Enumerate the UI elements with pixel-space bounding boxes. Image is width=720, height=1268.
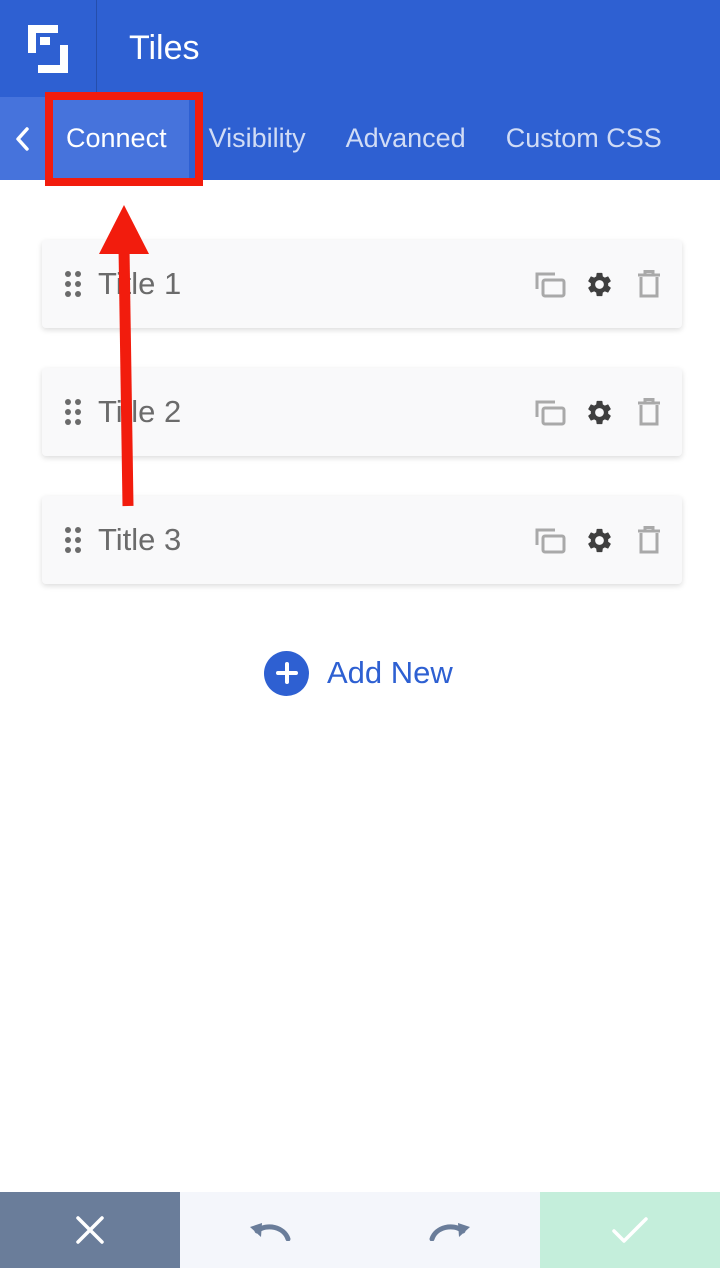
gear-icon — [588, 528, 611, 552]
duplicate-icon — [535, 400, 566, 425]
save-button[interactable] — [540, 1192, 720, 1268]
drag-handle-icon[interactable] — [64, 398, 82, 426]
add-new-button[interactable]: Add New — [264, 650, 453, 696]
item-title: Title 2 — [98, 394, 182, 429]
duplicate-button[interactable] — [535, 397, 566, 428]
duplicate-button[interactable] — [535, 525, 566, 556]
brand-logo-icon — [28, 24, 68, 73]
settings-button[interactable] — [584, 397, 615, 428]
tab-advanced[interactable]: Advanced — [326, 97, 486, 180]
duplicate-icon — [535, 272, 566, 297]
duplicate-button[interactable] — [535, 269, 566, 300]
plus-circle-icon — [264, 650, 309, 696]
gear-icon — [588, 272, 611, 296]
chevron-left-icon — [16, 126, 29, 151]
logo-button[interactable] — [0, 0, 97, 97]
item-actions — [535, 397, 664, 428]
gear-icon — [588, 400, 611, 424]
settings-button[interactable] — [584, 269, 615, 300]
check-icon — [612, 1217, 648, 1243]
delete-button[interactable] — [633, 269, 664, 300]
settings-button[interactable] — [584, 525, 615, 556]
add-new-label: Add New — [327, 655, 453, 690]
tab-connect[interactable]: Connect — [44, 97, 189, 180]
trash-icon — [637, 526, 660, 554]
delete-button[interactable] — [633, 525, 664, 556]
close-icon — [76, 1216, 104, 1244]
tab-custom-css[interactable]: Custom CSS — [486, 97, 682, 180]
duplicate-icon — [535, 528, 566, 553]
list-item[interactable]: Title 2 — [42, 368, 682, 456]
list-item[interactable]: Title 1 — [42, 240, 682, 328]
item-actions — [535, 525, 664, 556]
annotation-arrow — [99, 205, 149, 507]
undo-icon — [250, 1223, 291, 1241]
list-item[interactable]: Title 3 — [42, 496, 682, 584]
item-actions — [535, 269, 664, 300]
tile-item-list: Title 1 Title 2 Title 3 — [42, 240, 682, 624]
footer-toolbar — [0, 1192, 720, 1268]
panel-title: Tiles — [129, 29, 200, 67]
tab-bar: Connect Visibility Advanced Custom CSS — [0, 97, 720, 180]
app-header: Tiles — [0, 0, 720, 97]
trash-icon — [637, 398, 660, 426]
redo-button[interactable] — [360, 1192, 540, 1268]
drag-handle-icon[interactable] — [64, 526, 82, 554]
delete-button[interactable] — [633, 397, 664, 428]
item-title: Title 1 — [98, 266, 182, 301]
item-title: Title 3 — [98, 522, 182, 557]
close-button[interactable] — [0, 1192, 180, 1268]
tab-visibility[interactable]: Visibility — [189, 97, 326, 180]
trash-icon — [637, 270, 660, 298]
tab-back-button[interactable] — [0, 97, 44, 180]
redo-icon — [429, 1223, 470, 1241]
undo-button[interactable] — [180, 1192, 360, 1268]
drag-handle-icon[interactable] — [64, 270, 82, 298]
